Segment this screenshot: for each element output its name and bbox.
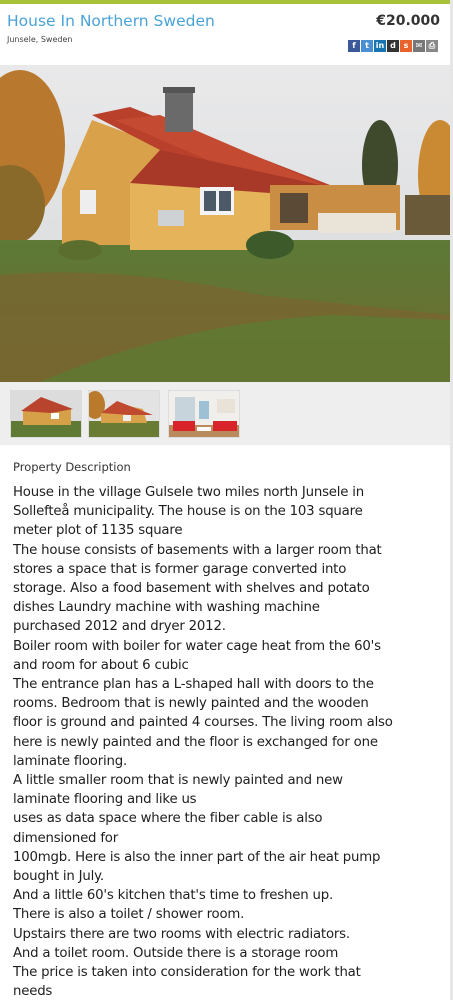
description-line: floor is ground and painted 4 courses. T… xyxy=(13,715,393,731)
interior-thumbnail-icon xyxy=(169,391,239,437)
listing-header: House In Northern Sweden Junsele, Sweden… xyxy=(0,4,450,65)
main-photo[interactable] xyxy=(0,65,450,382)
description-line: 100mgb. Here is also the inner part of t… xyxy=(13,849,381,865)
description-line: bought in July. xyxy=(13,869,104,885)
description-line: here is newly painted and the floor is e… xyxy=(13,734,378,750)
description-line: purchased 2012 and dryer 2012. xyxy=(13,619,226,635)
description-line: Upstairs there are two rooms with electr… xyxy=(13,926,350,942)
description-line: There is also a toilet / shower room. xyxy=(13,907,245,923)
description-label: Property Description xyxy=(13,460,131,474)
description-line: stores a space that is former garage con… xyxy=(13,561,347,577)
listing-page: House In Northern Sweden Junsele, Sweden… xyxy=(0,0,453,1000)
yellow-house-photo xyxy=(0,65,450,382)
description-line: And a little 60's kitchen that's time to… xyxy=(13,888,333,904)
description-line: rooms. Bedroom that is newly painted and… xyxy=(13,696,369,712)
description-line: uses as data space where the fiber cable… xyxy=(13,811,323,827)
description-line: and room for about 6 cubic xyxy=(13,657,189,673)
description-line: meter plot of 1135 square xyxy=(13,523,183,539)
description-line: Boiler room with boiler for water cage h… xyxy=(13,638,381,654)
listing-price: €20.000 xyxy=(376,13,440,29)
linkedin-icon[interactable]: in xyxy=(374,40,386,52)
description-line: The price is taken into consideration fo… xyxy=(13,965,361,981)
twitter-icon[interactable]: t xyxy=(361,40,373,52)
description-line: And a toilet room. Outside there is a st… xyxy=(13,945,339,961)
description-line: Sollefteå municipality. The house is on … xyxy=(13,504,363,520)
description-line: laminate flooring. xyxy=(13,753,127,769)
share-buttons: f t in d s ✉ ⎙ xyxy=(348,40,438,52)
thumbnail-2[interactable] xyxy=(88,390,160,438)
email-icon[interactable]: ✉ xyxy=(413,40,425,52)
digg-icon[interactable]: d xyxy=(387,40,399,52)
listing-title[interactable]: House In Northern Sweden xyxy=(7,12,215,30)
thumbnail-1[interactable] xyxy=(10,390,82,438)
description-line: needs xyxy=(13,984,53,1000)
listing-location: Junsele, Sweden xyxy=(7,35,73,44)
thumbnail-3[interactable] xyxy=(168,390,240,438)
facebook-icon[interactable]: f xyxy=(348,40,360,52)
description-line: The house consists of basements with a l… xyxy=(13,542,382,558)
description-line: The entrance plan has a L-shaped hall wi… xyxy=(13,677,374,693)
thumbnail-strip xyxy=(0,382,450,445)
description-text: House in the village Gulsele two miles n… xyxy=(13,483,445,1000)
stumbleupon-icon[interactable]: s xyxy=(400,40,412,52)
description-line: dimensioned for xyxy=(13,830,119,846)
description-line: House in the village Gulsele two miles n… xyxy=(13,485,365,500)
description-line: dishes Laundry machine with washing mach… xyxy=(13,600,320,616)
description-line: storage. Also a food basement with shelv… xyxy=(13,581,370,597)
property-description: Property Description House in the villag… xyxy=(13,460,445,1000)
description-line: A little smaller room that is newly pain… xyxy=(13,773,343,789)
house-thumbnail-icon xyxy=(11,391,81,437)
description-line: laminate flooring and like us xyxy=(13,792,197,808)
house-thumbnail-icon xyxy=(89,391,159,437)
print-icon[interactable]: ⎙ xyxy=(426,40,438,52)
